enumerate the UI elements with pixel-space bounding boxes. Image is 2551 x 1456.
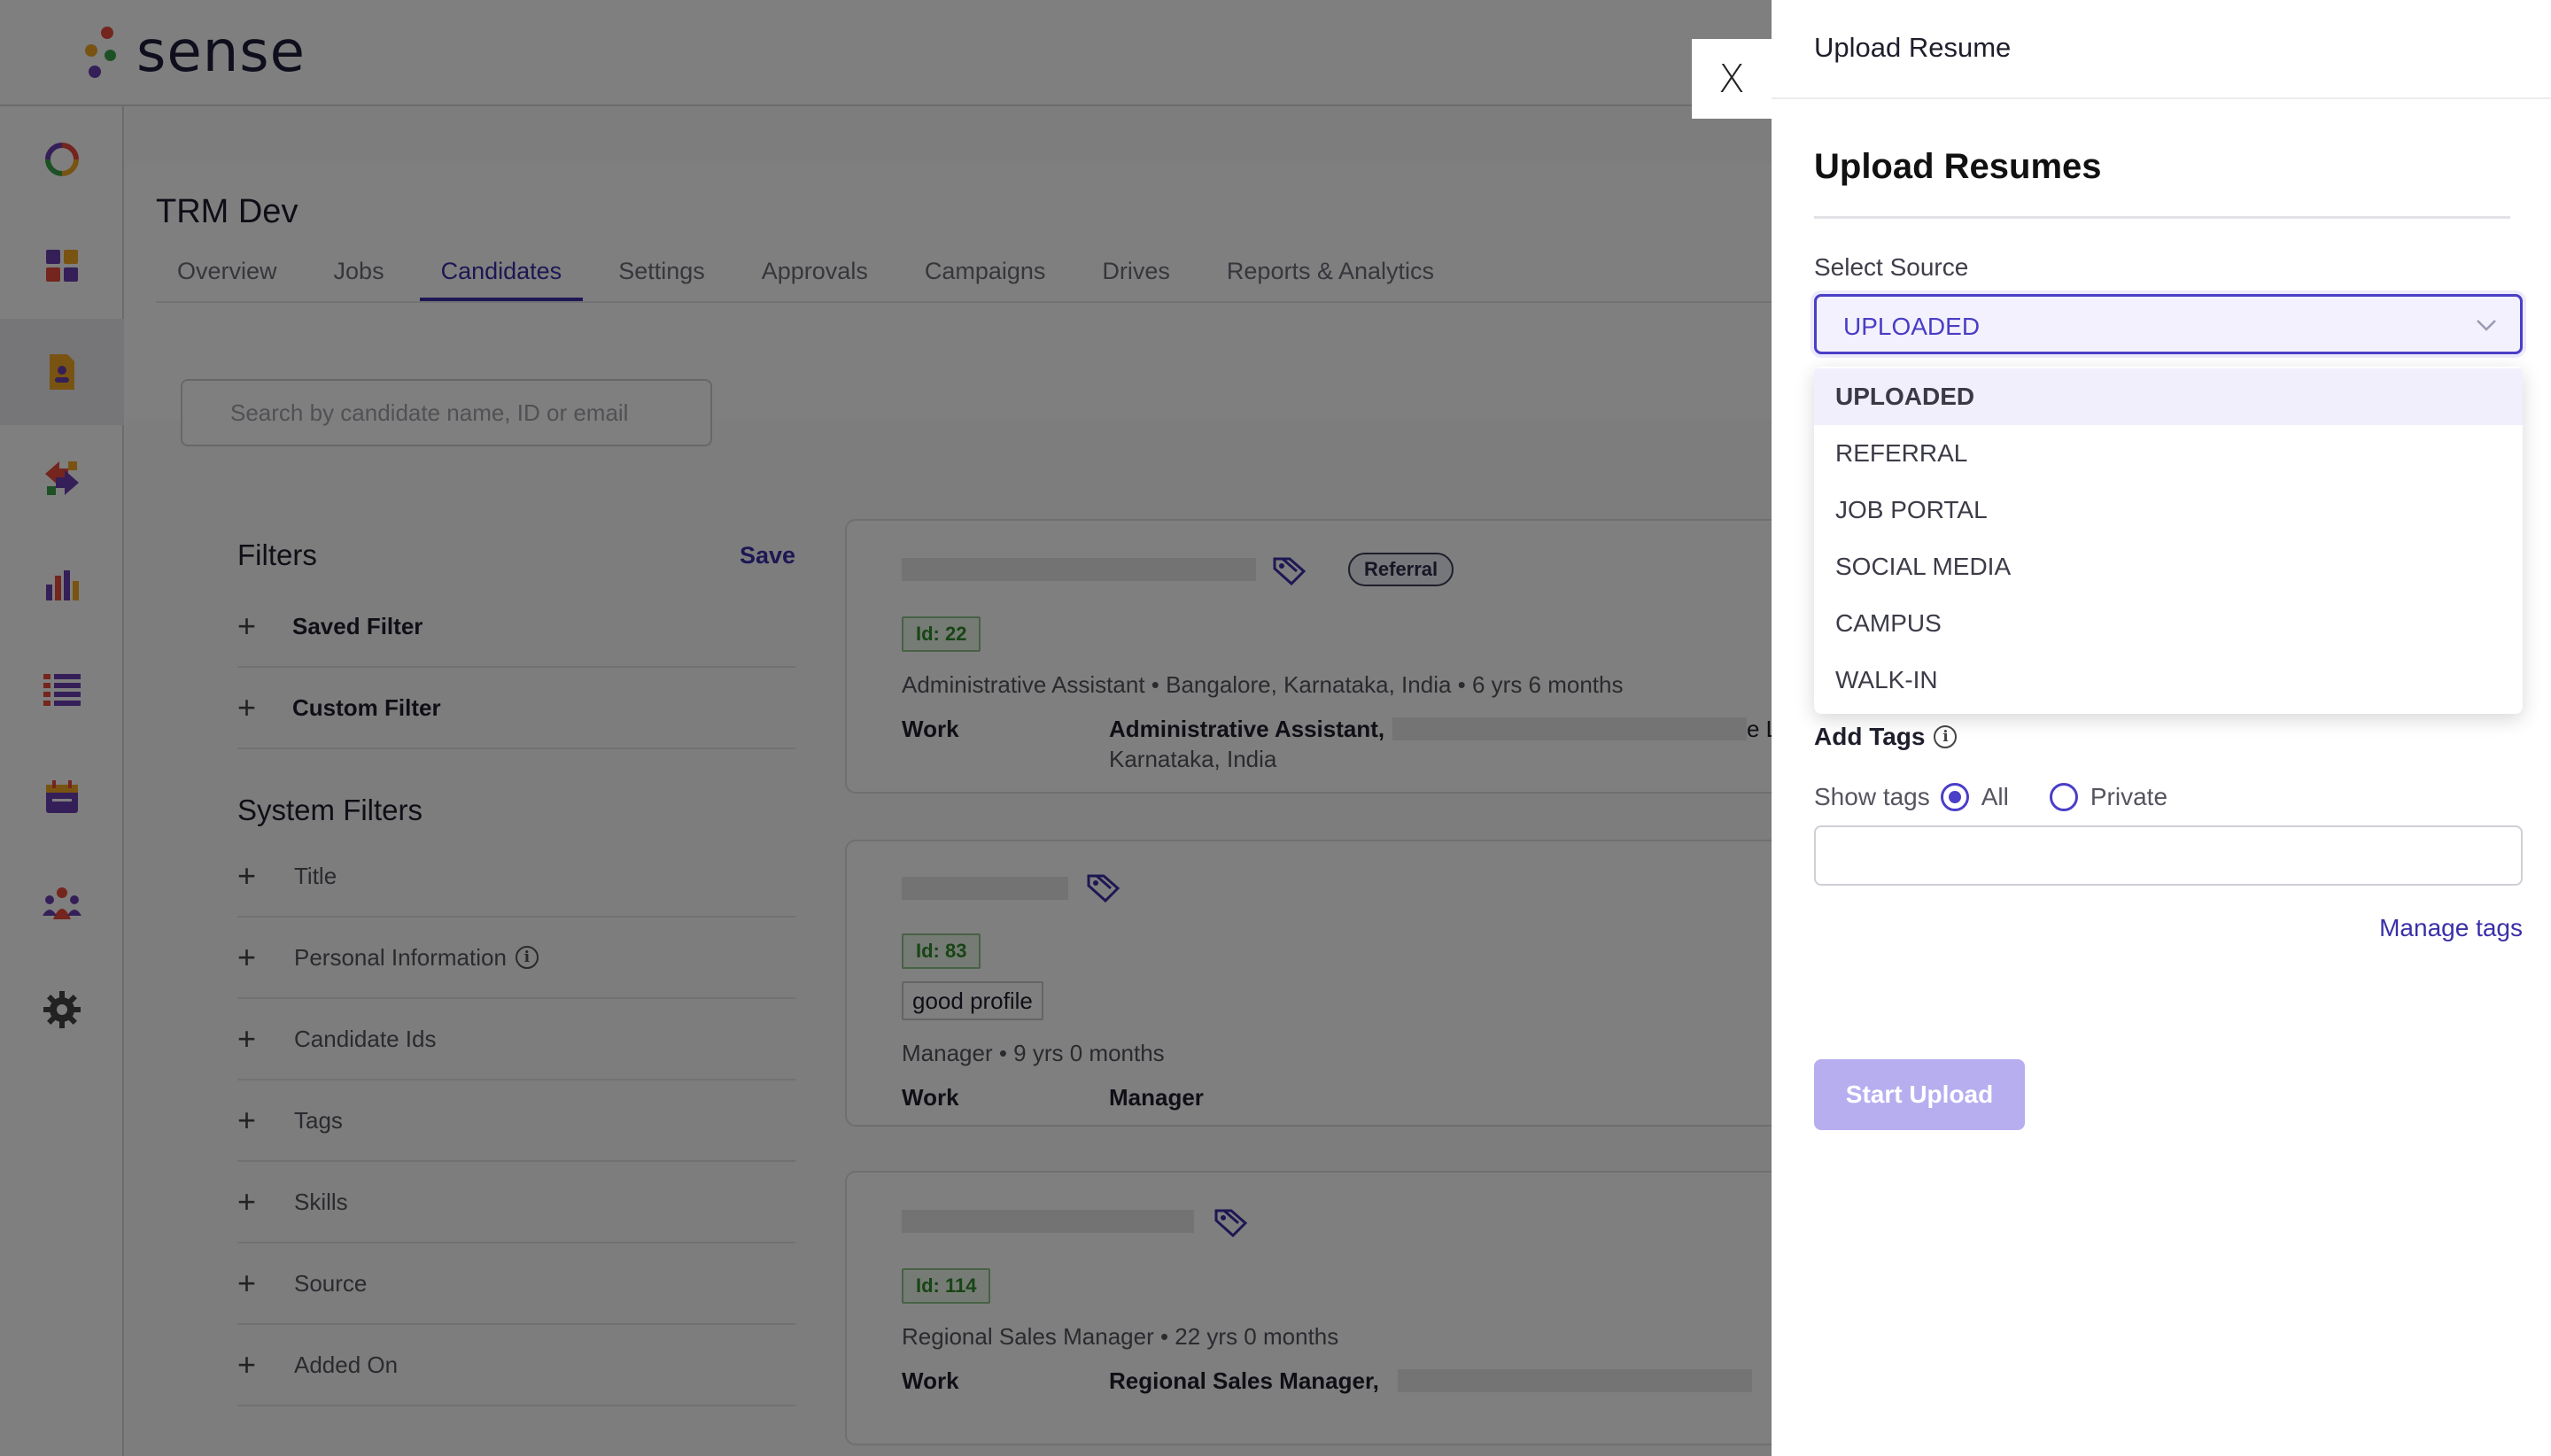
source-option-campus[interactable]: CAMPUS xyxy=(1814,595,2523,652)
upload-resume-drawer: Upload Resume Upload Resumes Select Sour… xyxy=(1772,0,2551,1456)
close-drawer-button[interactable]: X xyxy=(1692,39,1772,119)
manage-tags-link[interactable]: Manage tags xyxy=(2379,914,2523,942)
close-icon: X xyxy=(1717,56,1746,102)
source-option-social-media[interactable]: SOCIAL MEDIA xyxy=(1814,538,2523,595)
source-option-referral[interactable]: REFERRAL xyxy=(1814,425,2523,482)
chevron-down-icon xyxy=(2477,320,2496,331)
drawer-header: Upload Resume xyxy=(1772,0,2551,99)
tags-input[interactable] xyxy=(1814,825,2523,886)
drawer-title: Upload Resumes xyxy=(1814,147,2102,186)
source-select-value: UPLOADED xyxy=(1843,313,1981,340)
drawer-divider xyxy=(1814,216,2510,219)
radio-all[interactable] xyxy=(1940,783,1969,811)
select-source-label: Select Source xyxy=(1814,253,1969,281)
radio-private-label[interactable]: Private xyxy=(2090,783,2167,811)
drawer-header-title: Upload Resume xyxy=(1814,32,2012,63)
start-upload-button[interactable]: Start Upload xyxy=(1814,1059,2025,1130)
modal-backdrop[interactable] xyxy=(0,0,1772,1456)
app-background: sense xyxy=(0,0,1772,1456)
show-tags-group: Show tags All Private xyxy=(1814,783,2167,811)
source-option-walk-in[interactable]: WALK-IN xyxy=(1814,652,2523,709)
source-dropdown-menu: UPLOADED REFERRAL JOB PORTAL SOCIAL MEDI… xyxy=(1814,367,2523,714)
radio-all-label[interactable]: All xyxy=(1981,783,2009,811)
show-tags-label: Show tags xyxy=(1814,783,1930,810)
add-tags-label: Add Tags xyxy=(1814,723,1926,750)
source-option-uploaded[interactable]: UPLOADED xyxy=(1814,368,2523,425)
add-tags-heading: Add Tags i xyxy=(1814,723,1958,751)
radio-private[interactable] xyxy=(2049,783,2078,811)
source-select[interactable]: UPLOADED xyxy=(1814,294,2523,354)
source-option-job-portal[interactable]: JOB PORTAL xyxy=(1814,482,2523,538)
info-icon[interactable]: i xyxy=(1934,725,1958,748)
